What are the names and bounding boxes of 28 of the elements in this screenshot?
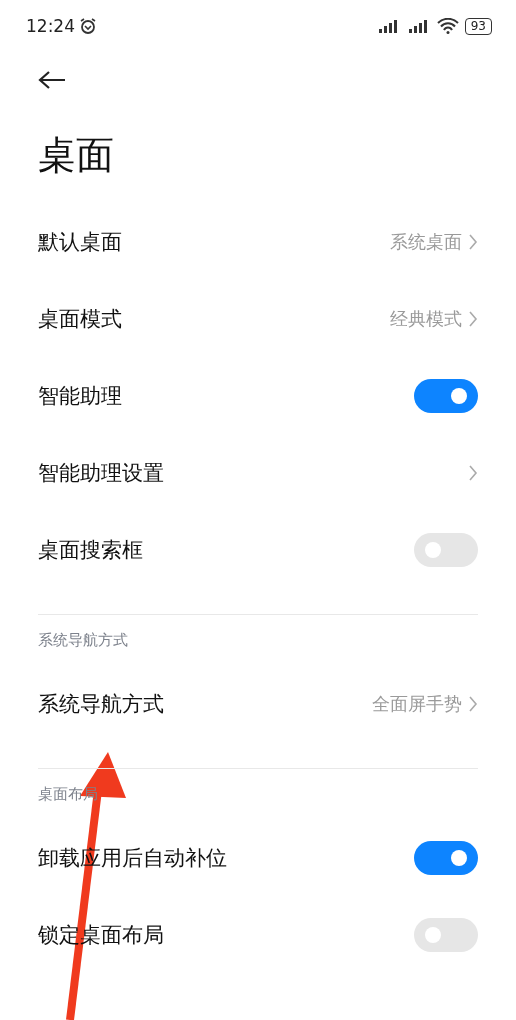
row-label: 桌面搜索框 [38,536,143,564]
row-label: 默认桌面 [38,228,122,256]
row-value: 经典模式 [390,306,462,331]
chevron-icon [468,694,478,713]
settings-row[interactable]: 智能助理设置 [0,434,516,511]
toggle-switch[interactable] [414,917,478,952]
chevron-icon [468,309,478,328]
chevron-icon [468,232,478,251]
toggle-switch[interactable] [414,840,478,875]
row-label: 系统导航方式 [38,690,164,718]
row-label: 桌面模式 [38,305,122,333]
settings-row[interactable]: 系统导航方式 全面屏手势 [0,665,516,742]
settings-row[interactable]: 桌面模式 经典模式 [0,280,516,357]
settings-row[interactable]: 默认桌面 系统桌面 [0,203,516,280]
back-arrow-icon[interactable] [38,70,66,90]
alarm-clock-icon [79,17,97,35]
row-value: 全面屏手势 [372,691,462,716]
battery-level: 93 [464,17,492,35]
row-label: 智能助理设置 [38,459,164,487]
row-value: 系统桌面 [390,229,462,254]
page-title: 桌面 [37,132,115,179]
toggle-switch[interactable] [414,532,478,567]
toggle-switch[interactable] [414,378,478,413]
row-label: 智能助理 [38,382,122,410]
status-time: 12:24 [26,16,75,36]
section-header: 系统导航方式 [38,630,128,650]
chevron-icon [468,463,478,482]
wifi-icon [436,18,459,34]
